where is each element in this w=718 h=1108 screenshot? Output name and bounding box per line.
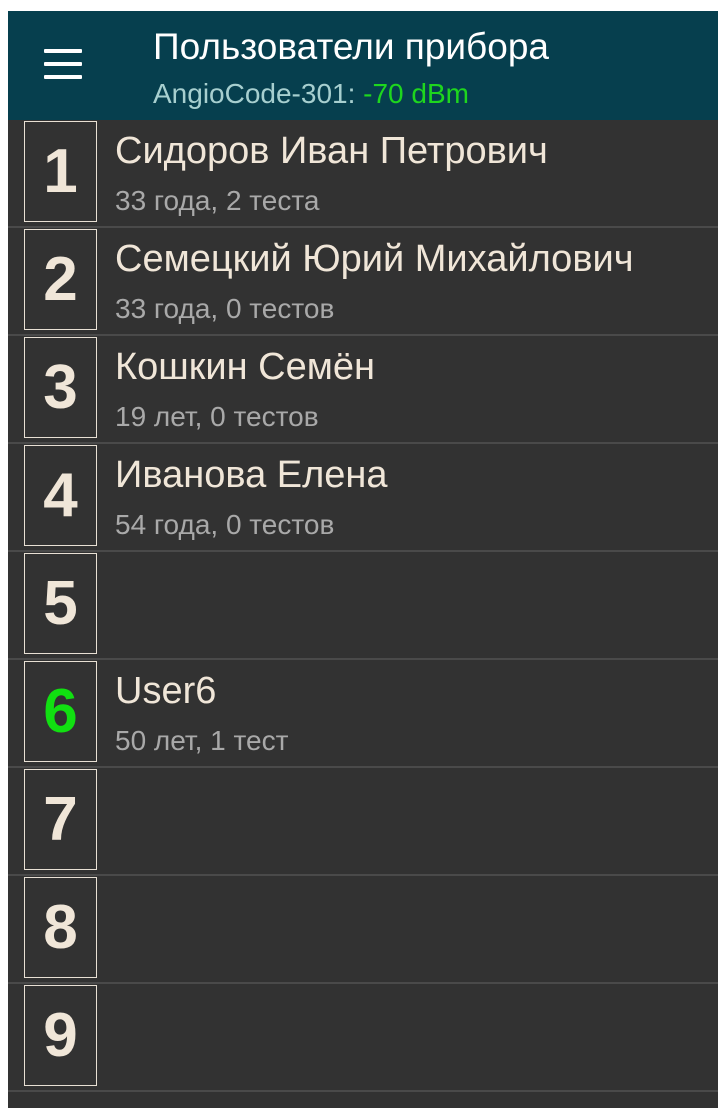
user-name: Семецкий Юрий Михайлович <box>115 238 634 280</box>
user-info: 33 года, 0 тестов <box>115 293 335 324</box>
device-users-screen: Пользователи прибора AngioCode-301: -70 … <box>8 11 718 1108</box>
user-row-2[interactable]: 2 Семецкий Юрий Михайлович 33 года, 0 те… <box>8 228 718 336</box>
user-slot-number: 3 <box>24 337 97 438</box>
user-row-9[interactable]: 9 <box>8 984 718 1092</box>
app-bar: Пользователи прибора AngioCode-301: -70 … <box>8 11 718 120</box>
user-slot-number: 2 <box>24 229 97 330</box>
device-name: AngioCode-301: <box>153 78 364 109</box>
user-slot-number: 4 <box>24 445 97 546</box>
user-slot-number: 1 <box>24 121 97 222</box>
user-list: 1 Сидоров Иван Петрович 33 года, 2 теста… <box>8 120 718 1092</box>
signal-strength: -70 dBm <box>363 78 469 109</box>
user-info: 19 лет, 0 тестов <box>115 401 319 432</box>
hamburger-menu-icon[interactable] <box>38 45 88 85</box>
user-name: User6 <box>115 670 217 712</box>
user-row-8[interactable]: 8 <box>8 876 718 984</box>
user-info: 50 лет, 1 тест <box>115 725 289 756</box>
user-slot-number: 9 <box>24 985 97 1086</box>
user-name: Сидоров Иван Петрович <box>115 130 548 172</box>
page-title: Пользователи прибора <box>153 26 549 67</box>
user-name: Кошкин Семён <box>115 346 375 388</box>
user-slot-number: 5 <box>24 553 97 654</box>
user-slot-number-active: 6 <box>24 661 97 762</box>
user-row-4[interactable]: 4 Иванова Елена 54 года, 0 тестов <box>8 444 718 552</box>
user-slot-number: 7 <box>24 769 97 870</box>
user-row-5[interactable]: 5 <box>8 552 718 660</box>
user-row-3[interactable]: 3 Кошкин Семён 19 лет, 0 тестов <box>8 336 718 444</box>
user-info: 33 года, 2 теста <box>115 185 320 216</box>
user-row-1[interactable]: 1 Сидоров Иван Петрович 33 года, 2 теста <box>8 120 718 228</box>
device-status: AngioCode-301: -70 dBm <box>153 77 469 111</box>
user-info: 54 года, 0 тестов <box>115 509 335 540</box>
user-name: Иванова Елена <box>115 454 388 496</box>
user-slot-number: 8 <box>24 877 97 978</box>
user-row-7[interactable]: 7 <box>8 768 718 876</box>
user-row-6[interactable]: 6 User6 50 лет, 1 тест <box>8 660 718 768</box>
